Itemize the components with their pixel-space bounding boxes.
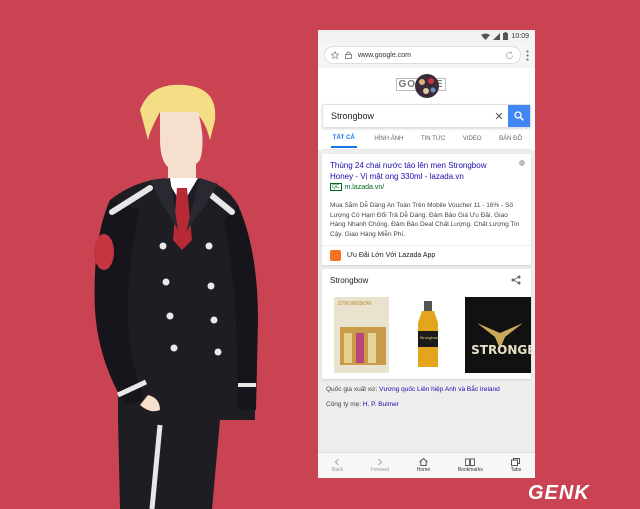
signal-icon: [493, 32, 501, 40]
search-area: Strongbow ✕ TẤT CẢ HÌNH ẢNH TIN TỨC VIDE…: [318, 102, 535, 150]
status-time: 10:09: [511, 32, 529, 40]
search-box: Strongbow ✕: [322, 104, 531, 128]
nav-home-label: Home: [416, 467, 431, 473]
google-doodle[interactable]: GO GLE: [318, 68, 535, 102]
share-icon[interactable]: [511, 275, 521, 285]
status-bar: 10:09: [318, 30, 535, 42]
nav-tabs[interactable]: Tabs: [510, 458, 522, 473]
doodle-image: [414, 74, 439, 98]
home-icon: [419, 458, 428, 466]
tab-maps[interactable]: BẢN ĐỒ: [499, 136, 522, 142]
wifi-icon: [481, 33, 491, 40]
bookmarks-icon: [465, 458, 476, 466]
fact-company: Công ty mẹ: H. P. Bulmer: [326, 400, 527, 409]
fact-company-link[interactable]: H. P. Bulmer: [363, 401, 399, 408]
tab-all[interactable]: TẤT CẢ: [330, 129, 357, 148]
nav-bookmarks-label: Bookmarks: [457, 467, 483, 473]
knowledge-card: Strongbow STRONGBOW Strongbow STRONGB: [322, 269, 532, 379]
ad-card: Thùng 24 chai nước táo lên men Strongbow…: [322, 154, 531, 265]
phone-screen: 10:09 www.google.com GO GLE: [318, 30, 535, 478]
image-label-2: Strongbow: [419, 335, 439, 340]
knowledge-header: Strongbow: [322, 269, 531, 291]
ad-description: Mua Sắm Dễ Dàng An Toàn Trên Mobile Vouc…: [330, 202, 520, 238]
nav-forward[interactable]: Forward: [371, 458, 389, 473]
tab-news[interactable]: TIN TỨC: [421, 136, 445, 142]
back-icon: [335, 458, 340, 466]
bottom-navigation: Back Forward Home Bookmarks Tabs: [318, 452, 535, 478]
nav-tabs-label: Tabs: [510, 467, 522, 473]
search-button[interactable]: [508, 105, 530, 127]
product-image-bottle[interactable]: Strongbow: [390, 297, 464, 373]
ad-sitelink[interactable]: Ưu Đãi Lớn Với Lazada App: [322, 245, 531, 265]
star-icon[interactable]: [331, 51, 339, 59]
info-icon[interactable]: [519, 160, 525, 166]
tabs-icon: [511, 458, 521, 466]
product-image-pack[interactable]: STRONGBOW: [334, 297, 389, 373]
genk-watermark: GENK: [528, 482, 590, 504]
ad-title[interactable]: Thùng 24 chai nước táo lên men Strongbow…: [330, 160, 523, 182]
forward-icon: [377, 458, 383, 466]
tab-video[interactable]: VIDEO: [463, 136, 482, 142]
nav-back[interactable]: Back: [332, 458, 343, 473]
reload-icon[interactable]: [505, 50, 514, 60]
clear-icon[interactable]: ✕: [490, 110, 508, 123]
nav-forward-label: Forward: [370, 467, 390, 473]
sitelink-label: Ưu Đãi Lớn Với Lazada App: [347, 252, 436, 259]
ad-badge: QC: [330, 183, 342, 191]
fact-company-label: Công ty mẹ:: [326, 401, 362, 408]
ad-url-row: QC m.lazada.vn/: [330, 183, 523, 191]
ad-url: m.lazada.vn/: [344, 183, 385, 191]
lazada-app-icon: [330, 250, 341, 261]
image-label-3: STRONGB: [471, 343, 532, 357]
tab-images[interactable]: HÌNH ẢNH: [374, 136, 403, 142]
fact-origin-link[interactable]: Vương quốc Liên hiệp Anh và Bắc Ireland: [379, 386, 500, 393]
lock-icon: [345, 51, 352, 59]
nav-back-label: Back: [331, 467, 343, 473]
nav-home[interactable]: Home: [417, 458, 430, 473]
search-input[interactable]: Strongbow: [323, 111, 490, 121]
browser-toolbar: www.google.com: [318, 42, 535, 68]
battery-icon: [503, 32, 509, 40]
fact-origin-label: Quốc gia xuất xứ:: [326, 386, 378, 393]
nav-bookmarks[interactable]: Bookmarks: [458, 458, 483, 473]
image-strip: STRONGBOW Strongbow STRONGB: [322, 291, 532, 379]
address-bar[interactable]: www.google.com: [324, 46, 521, 64]
url-text: www.google.com: [358, 51, 411, 59]
fact-origin: Quốc gia xuất xứ: Vương quốc Liên hiệp A…: [326, 385, 527, 394]
search-tabs: TẤT CẢ HÌNH ẢNH TIN TỨC VIDEO BẢN ĐỒ: [322, 128, 531, 150]
search-icon: [514, 111, 524, 121]
knowledge-title: Strongbow: [330, 275, 369, 285]
knowledge-facts: Quốc gia xuất xứ: Vương quốc Liên hiệp A…: [318, 379, 535, 409]
product-image-logo[interactable]: STRONGB: [465, 297, 532, 373]
image-label-1: STRONGBOW: [338, 301, 372, 307]
menu-icon[interactable]: [526, 49, 529, 61]
